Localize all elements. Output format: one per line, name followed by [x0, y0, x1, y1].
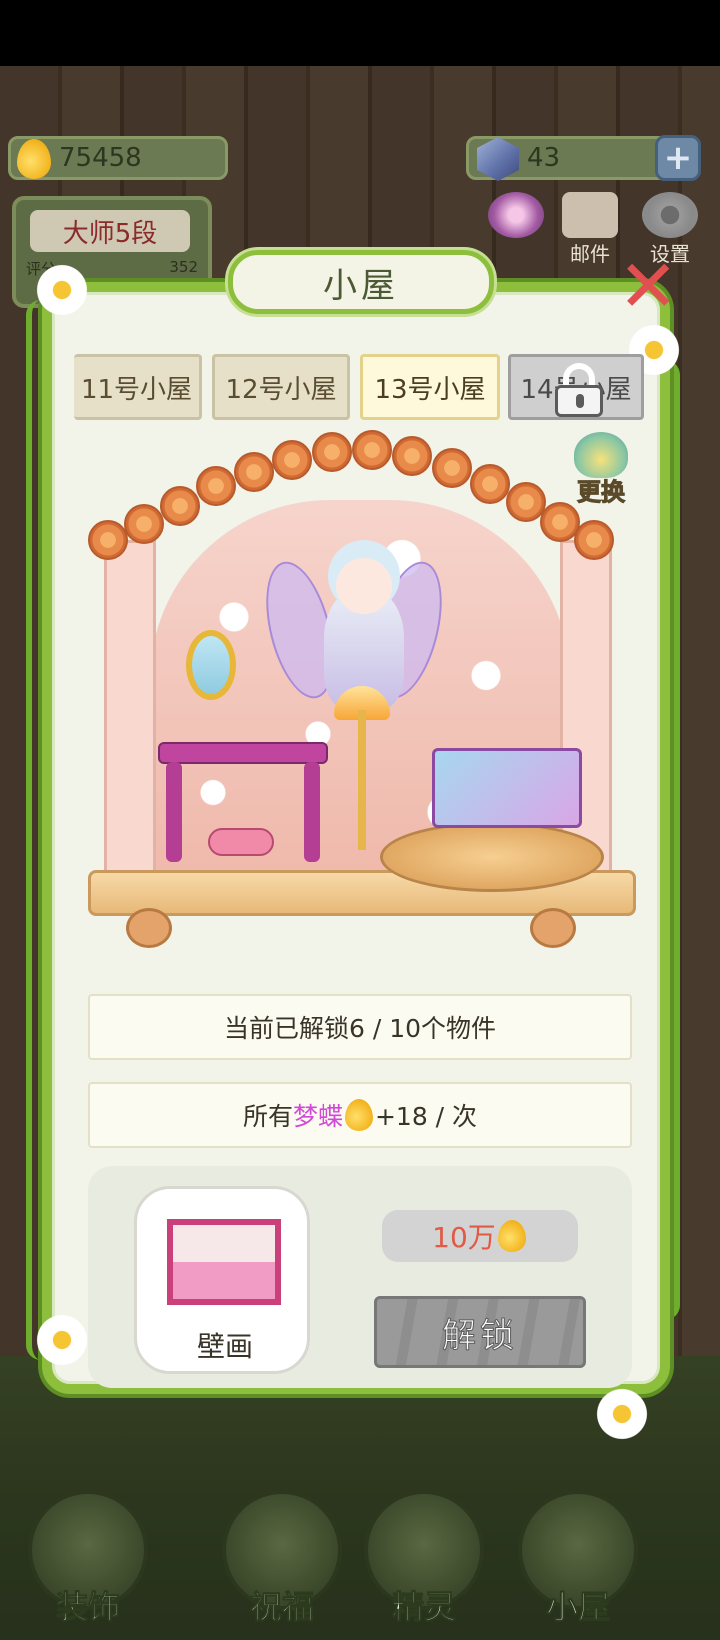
bonus-suffix: +18 / 次 [374, 1102, 478, 1131]
mail-label: 邮件 [570, 242, 610, 266]
floor-lamp [358, 710, 366, 850]
rank-score-value: 352 [169, 258, 198, 276]
floor-foot-left [126, 908, 172, 948]
floor-foot-right [530, 908, 576, 948]
add-gems-button[interactable]: + [655, 135, 701, 181]
gem-icon [477, 137, 519, 181]
gem-counter: 43 + [466, 135, 701, 181]
piano-stage [380, 822, 604, 892]
item-price: 10万 [382, 1210, 578, 1262]
tab-house-13[interactable]: 13号小屋 [360, 354, 500, 420]
unlock-button[interactable]: 解锁 [374, 1296, 586, 1368]
gem-amount: 43 [527, 143, 561, 173]
tab-house-14[interactable]: 14号小屋 [508, 354, 644, 420]
bonus-text: 所有 梦蝶 +18 / 次 [88, 1082, 632, 1148]
gold-amount: 75458 [59, 143, 142, 173]
nav-sprite[interactable]: 精灵 [360, 1480, 488, 1630]
nav-sprite-label: 精灵 [391, 1588, 456, 1627]
item-card: 壁画 10万 解锁 [88, 1166, 632, 1388]
bonus-name: 梦蝶 [292, 1102, 343, 1131]
rank-title: 大师5段 [30, 210, 190, 252]
daisy-icon [34, 262, 90, 318]
item-name: 壁画 [196, 1330, 253, 1363]
gold-drop-icon [497, 1220, 526, 1252]
status-bar [0, 0, 720, 66]
painting-icon [167, 1219, 281, 1305]
tab-house-11[interactable]: 11号小屋 [74, 354, 202, 420]
nav-house[interactable]: 小屋 [514, 1480, 642, 1630]
piano [432, 748, 582, 828]
close-button[interactable]: ✕ [618, 250, 678, 322]
daisy-icon [594, 1386, 650, 1442]
lock-icon [553, 363, 605, 417]
item-price-value: 10万 [432, 1221, 496, 1254]
gold-drop-icon [344, 1099, 373, 1131]
tab-house-12[interactable]: 12号小屋 [212, 354, 350, 420]
bonus-prefix: 所有 [242, 1102, 293, 1131]
gold-counter: 75458 [8, 136, 228, 180]
room-side-wall-left [104, 540, 156, 900]
gold-drop-icon [17, 139, 51, 179]
vanity-mirror [186, 630, 236, 700]
gear-icon [642, 192, 698, 238]
nav-house-label: 小屋 [545, 1588, 610, 1627]
unlocked-count: 当前已解锁6 / 10个物件 [88, 994, 632, 1060]
log-arch [88, 430, 636, 560]
nav-decor[interactable]: 装饰 [24, 1480, 152, 1630]
fairy-head [336, 558, 392, 614]
flower-button[interactable] [484, 192, 548, 262]
nav-decor-label: 装饰 [55, 1588, 120, 1627]
dialog-title: 小屋 [228, 250, 494, 314]
vanity-stool [208, 828, 274, 856]
item-slot[interactable]: 壁画 [134, 1186, 310, 1374]
house-illustration [88, 430, 636, 990]
flower-icon [488, 192, 544, 238]
nav-bless[interactable]: 祝福 [218, 1480, 346, 1630]
mail-icon [562, 192, 618, 238]
daisy-icon [34, 1312, 90, 1368]
nav-bless-label: 祝福 [249, 1588, 314, 1627]
mail-button[interactable]: 邮件 [558, 192, 622, 266]
